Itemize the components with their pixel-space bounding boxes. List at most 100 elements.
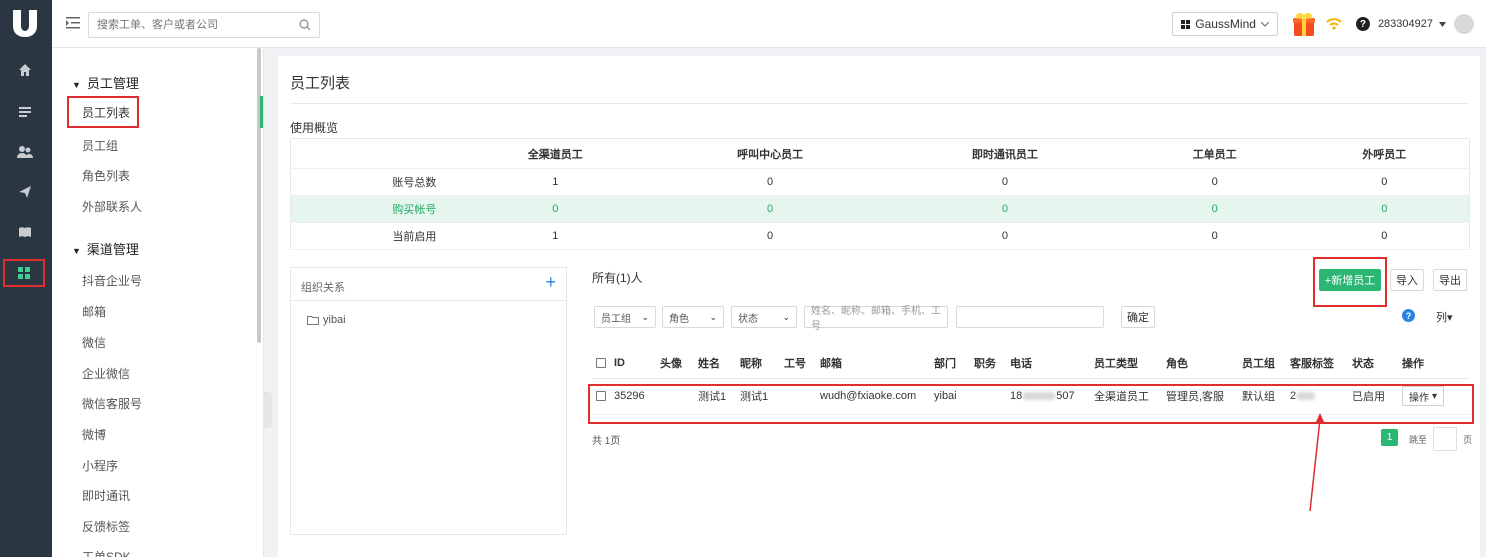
select-all-checkbox[interactable]: [596, 357, 606, 368]
usage-row-highlighted: 购买帐号 0 0 0 0 0: [290, 195, 1470, 223]
annotation-arrow: [1309, 413, 1325, 512]
nav-item-wechat-service[interactable]: 微信客服号: [82, 395, 142, 412]
active-indicator: [260, 96, 263, 128]
org-tree-node[interactable]: yibai: [307, 314, 346, 326]
user-menu-caret-icon[interactable]: [1439, 21, 1446, 27]
annotation-row-box: [588, 384, 1474, 424]
col-header: 角色: [1162, 348, 1238, 379]
help-icon[interactable]: ?: [1355, 17, 1370, 31]
nav-item-feedback-tags[interactable]: 反馈标签: [82, 518, 130, 535]
usage-row: 当前启用 1 0 0 0 0: [290, 222, 1470, 250]
secondary-nav: ▼ 员工管理 员工列表 员工组 角色列表 外部联系人 ▼ 渠道管理 抖音企业号 邮箱…: [52, 48, 264, 557]
employee-search-extra-input[interactable]: [956, 306, 1104, 328]
import-button[interactable]: 导入: [1390, 269, 1424, 291]
top-bar: GaussMind ? 283304927: [52, 0, 1486, 48]
chevron-down-icon: [1260, 21, 1269, 27]
divider: [290, 103, 1468, 104]
nav-item-im[interactable]: 即时通讯: [82, 487, 130, 504]
org-panel-header: 组织关系 +: [291, 268, 566, 301]
menu-toggle-icon[interactable]: [66, 16, 80, 30]
book-icon[interactable]: [13, 220, 37, 244]
employee-count: 所有(1)人: [592, 271, 643, 285]
product-selector[interactable]: GaussMind: [1172, 12, 1278, 36]
page-title: 员工列表: [290, 75, 351, 92]
status-filter-select[interactable]: 状态 ⌄: [731, 306, 797, 328]
usage-row: 账号总数 1 0 0 0 0: [290, 168, 1470, 196]
nav-item-email[interactable]: 邮箱: [82, 303, 106, 320]
product-name: GaussMind: [1195, 17, 1256, 31]
usage-col: 工单员工: [1129, 138, 1300, 169]
global-search-input[interactable]: [89, 13, 279, 37]
main-card: 员工列表 使用概览 全渠道员工 呼叫中心员工 即时通讯员工 工单员工 外呼员工 …: [278, 56, 1480, 557]
logo-icon[interactable]: [10, 8, 40, 38]
usage-col: 即时通讯员工: [879, 138, 1130, 169]
org-panel-title: 组织关系: [301, 282, 345, 294]
group-filter-select[interactable]: 员工组 ⌄: [594, 306, 656, 328]
folder-icon: [307, 316, 319, 325]
nav-item-role-list[interactable]: 角色列表: [82, 167, 130, 184]
col-header: ID: [610, 348, 656, 379]
nav-item-staff-group[interactable]: 员工组: [82, 137, 118, 154]
usage-col: 呼叫中心员工: [660, 138, 880, 169]
col-header: 职务: [970, 348, 1006, 379]
col-header: 客服标签: [1286, 348, 1348, 379]
nav-item-weibo[interactable]: 微博: [82, 426, 106, 443]
nav-item-ticket-sdk[interactable]: 工单SDK: [82, 548, 131, 557]
export-button[interactable]: 导出: [1433, 269, 1467, 291]
jump-label: 跳至: [1409, 435, 1428, 445]
employee-search-input[interactable]: 姓名、昵称、邮箱、手机、工号: [804, 306, 948, 332]
col-header: 邮箱: [816, 348, 930, 379]
nav-group-staff[interactable]: ▼ 员工管理: [72, 73, 139, 92]
usage-overview-label: 使用概览: [290, 121, 339, 135]
users-icon[interactable]: [13, 140, 37, 164]
nav-item-wechat[interactable]: 微信: [82, 334, 106, 351]
col-header: 头像: [656, 348, 694, 379]
jump-page-input[interactable]: [1433, 427, 1457, 451]
col-header: 员工类型: [1090, 348, 1162, 379]
annotation-box: [1313, 257, 1387, 307]
usage-table: 全渠道员工 呼叫中心员工 即时通讯员工 工单员工 外呼员工 账号总数 1 0 0…: [290, 138, 1470, 250]
send-icon[interactable]: [13, 180, 37, 204]
chevron-down-icon: ⌄: [709, 311, 717, 322]
nav-item-douyin[interactable]: 抖音企业号: [82, 272, 142, 289]
columns-button[interactable]: 列▾: [1436, 309, 1453, 325]
apps-icon[interactable]: [3, 259, 45, 287]
page-unit: 页: [1463, 435, 1473, 445]
add-org-icon[interactable]: +: [545, 272, 556, 293]
usage-col: 外呼员工: [1299, 138, 1470, 169]
nav-collapse-handle[interactable]: [264, 392, 272, 428]
global-search[interactable]: [88, 12, 320, 38]
confirm-button[interactable]: 确定: [1121, 306, 1155, 328]
pages-total: 共 1页: [592, 436, 621, 447]
col-header: 工号: [780, 348, 816, 379]
col-header: 部门: [930, 348, 970, 379]
nav-item-staff-list[interactable]: 员工列表: [67, 96, 139, 128]
pagination-page[interactable]: 1: [1381, 429, 1398, 446]
nav-item-external-contacts[interactable]: 外部联系人: [82, 198, 142, 215]
chevron-down-icon: ⌄: [782, 311, 790, 322]
nav-item-mini-program[interactable]: 小程序: [82, 457, 118, 474]
chevron-down-icon: ⌄: [641, 311, 649, 322]
user-id[interactable]: 283304927: [1378, 18, 1433, 30]
list-icon[interactable]: [13, 100, 37, 124]
col-header: 员工组: [1238, 348, 1286, 379]
org-panel: 组织关系 + yibai: [290, 267, 567, 535]
nav-item-wecom[interactable]: 企业微信: [82, 365, 130, 382]
nav-group-channels[interactable]: ▼ 渠道管理: [72, 239, 139, 258]
product-icon: [1181, 19, 1191, 29]
col-header: 电话: [1006, 348, 1090, 379]
usage-col: 全渠道员工: [450, 138, 661, 169]
avatar[interactable]: [1454, 14, 1474, 34]
col-header: 状态: [1348, 348, 1398, 379]
left-rail: [0, 0, 52, 557]
col-header: 姓名: [694, 348, 736, 379]
nav-scrollbar[interactable]: [257, 48, 261, 343]
col-header: 操作: [1398, 348, 1470, 379]
help-icon[interactable]: ?: [1402, 309, 1415, 322]
gift-icon[interactable]: [1292, 11, 1316, 37]
wifi-icon[interactable]: [1326, 18, 1342, 30]
home-icon[interactable]: [13, 58, 37, 82]
role-filter-select[interactable]: 角色 ⌄: [662, 306, 724, 328]
search-icon[interactable]: [299, 19, 311, 31]
col-header: 昵称: [736, 348, 780, 379]
